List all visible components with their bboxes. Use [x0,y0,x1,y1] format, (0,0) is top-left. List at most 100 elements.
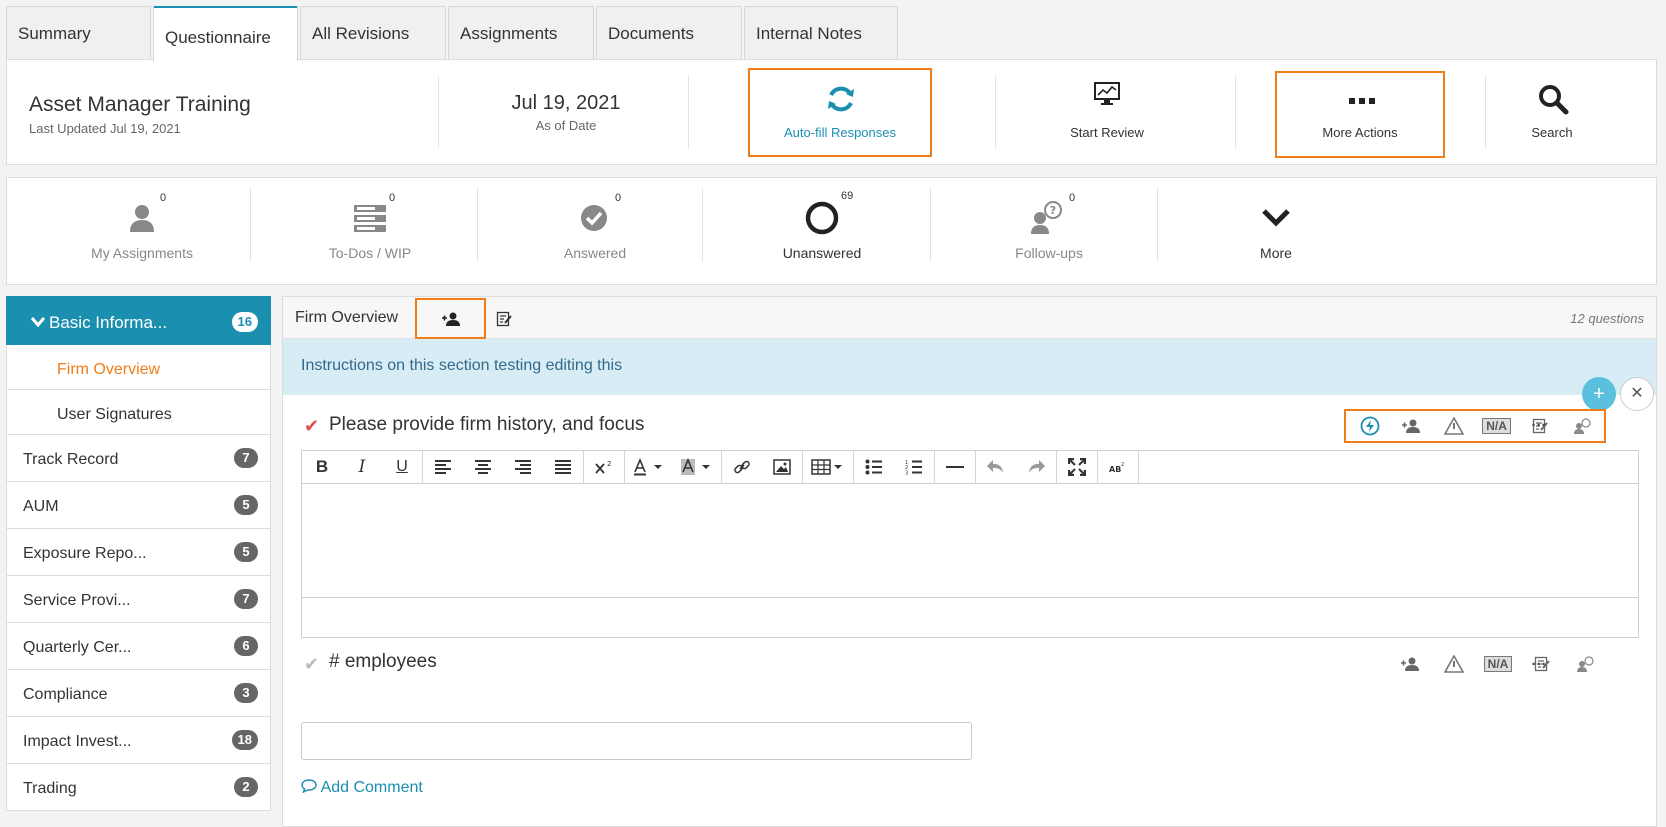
editor-content-area[interactable] [302,484,1638,598]
server-stack-icon [354,205,386,232]
stat-label: Unanswered [782,245,862,261]
answered-check-icon: ✔ [304,416,320,436]
edit-notes-icon[interactable] [496,311,512,327]
auto-fill-responses-button[interactable]: Auto-fill Responses [748,68,932,157]
sidebar-item-label: Service Provi... [23,592,131,609]
assign-question-button[interactable] [1388,649,1432,679]
sidebar-item-label: AUM [23,498,59,515]
add-comment-label: Add Comment [320,779,423,796]
sidebar-item-label: User Signatures [57,406,172,423]
tab-label: Internal Notes [756,24,862,43]
monitor-chart-icon [1094,82,1120,105]
questionnaire-header: Asset Manager Training Last Updated Jul … [6,59,1657,165]
filter-answered[interactable]: 0 Answered [510,178,680,286]
sidebar-item-exposure-reporting[interactable]: Exposure Repo... 5 [6,529,271,576]
sidebar-item-label: Compliance [23,686,108,703]
assign-section-button[interactable] [415,298,486,339]
sidebar-item-compliance[interactable]: Compliance 3 [6,670,271,717]
superscript-icon[interactable]: 2 [584,451,624,483]
not-applicable-button[interactable]: N/A [1476,649,1520,679]
plus-icon: + [1593,383,1605,405]
follow-up-button[interactable] [1564,649,1608,679]
not-applicable-button[interactable]: N/A [1475,411,1518,441]
add-comment-link[interactable]: Add Comment [301,779,423,797]
highlight-color-icon[interactable] [673,451,721,483]
assign-question-button[interactable] [1389,411,1432,441]
status-filter-bar: 0 My Assignments 0 To-Dos / WIP 0 Answer… [6,177,1657,285]
open-circle-icon [805,201,839,235]
numbered-list-icon[interactable]: 123 [894,451,934,483]
add-button[interactable]: + [1582,377,1616,411]
user-question-icon [1573,418,1591,434]
autofill-button[interactable] [1350,411,1389,441]
count-badge: 7 [234,589,258,609]
divider [1157,188,1158,262]
count-badge: 6 [234,636,258,656]
tab-internal-notes[interactable]: Internal Notes [744,6,898,59]
warning-triangle-icon [1443,417,1464,435]
sidebar-item-basic-information[interactable]: Basic Informa... 16 [6,296,271,345]
align-left-icon[interactable] [423,451,463,483]
follow-up-button[interactable] [1561,411,1604,441]
link-icon[interactable] [722,451,762,483]
rich-text-editor[interactable]: B I U 2 123 AB 2 [301,450,1639,638]
tab-all-revisions[interactable]: All Revisions [300,6,446,59]
divider [995,76,996,148]
table-icon[interactable] [803,451,853,483]
tab-summary[interactable]: Summary [6,6,151,59]
align-justify-icon[interactable] [543,451,583,483]
sidebar-item-label: Exposure Repo... [23,545,147,562]
sidebar-item-quarterly-certification[interactable]: Quarterly Cer... 6 [6,623,271,670]
sidebar-item-impact-investing[interactable]: Impact Invest... 18 [6,717,271,764]
sidebar-item-firm-overview[interactable]: Firm Overview [6,345,271,390]
redo-icon[interactable] [1016,451,1056,483]
count: 69 [841,190,854,202]
spellcheck-icon[interactable]: AB 2 [1098,451,1138,483]
warning-triangle-icon [1444,655,1464,673]
count: 0 [389,192,396,204]
sidebar-item-track-record[interactable]: Track Record 7 [6,435,271,482]
image-icon[interactable] [762,451,802,483]
na-icon: N/A [1482,418,1511,434]
count-badge: 2 [234,777,258,797]
comment-icon [301,779,317,794]
more-options-icon[interactable]: ··· [1524,649,1554,679]
user-icon [130,205,154,232]
filter-todos-wip[interactable]: 0 To-Dos / WIP [285,178,455,286]
search-button[interactable]: Search [1497,68,1607,157]
italic-icon[interactable]: I [342,451,382,483]
flag-button[interactable] [1432,649,1476,679]
underline-icon[interactable]: U [382,451,422,483]
employees-input[interactable] [301,722,972,760]
svg-text:2: 2 [1121,462,1124,468]
as-of-date-value: Jul 19, 2021 [511,92,621,114]
tab-assignments[interactable]: Assignments [448,6,594,59]
bullet-list-icon[interactable] [854,451,894,483]
undo-icon[interactable] [976,451,1016,483]
question-title: # employees [329,651,437,672]
question-tools: N/A [1388,647,1608,681]
align-right-icon[interactable] [503,451,543,483]
filter-unanswered[interactable]: 69 Unanswered [737,178,907,286]
fullscreen-icon[interactable] [1057,451,1097,483]
sidebar-item-user-signatures[interactable]: User Signatures [6,390,271,435]
flag-button[interactable] [1432,411,1475,441]
tab-documents[interactable]: Documents [596,6,742,59]
horizontal-rule-icon[interactable] [935,451,975,483]
text-color-icon[interactable] [625,451,673,483]
more-options-icon[interactable]: ··· [1524,410,1554,440]
unanswered-check-icon: ✔ [304,654,320,674]
start-review-button[interactable]: Start Review [1037,68,1177,157]
sidebar-item-trading[interactable]: Trading 2 [6,764,271,811]
filter-follow-ups[interactable]: ? 0 Follow-ups [964,178,1134,286]
filter-my-assignments[interactable]: 0 My Assignments [57,178,227,286]
close-button[interactable]: ✕ [1620,377,1654,411]
more-actions-button[interactable]: More Actions [1275,71,1445,158]
filter-more[interactable]: More [1191,178,1361,286]
align-center-icon[interactable] [463,451,503,483]
tab-label: Questionnaire [165,28,271,47]
bold-icon[interactable]: B [302,451,342,483]
sidebar-item-aum[interactable]: AUM 5 [6,482,271,529]
sidebar-item-service-providers[interactable]: Service Provi... 7 [6,576,271,623]
tab-questionnaire[interactable]: Questionnaire [153,6,298,61]
